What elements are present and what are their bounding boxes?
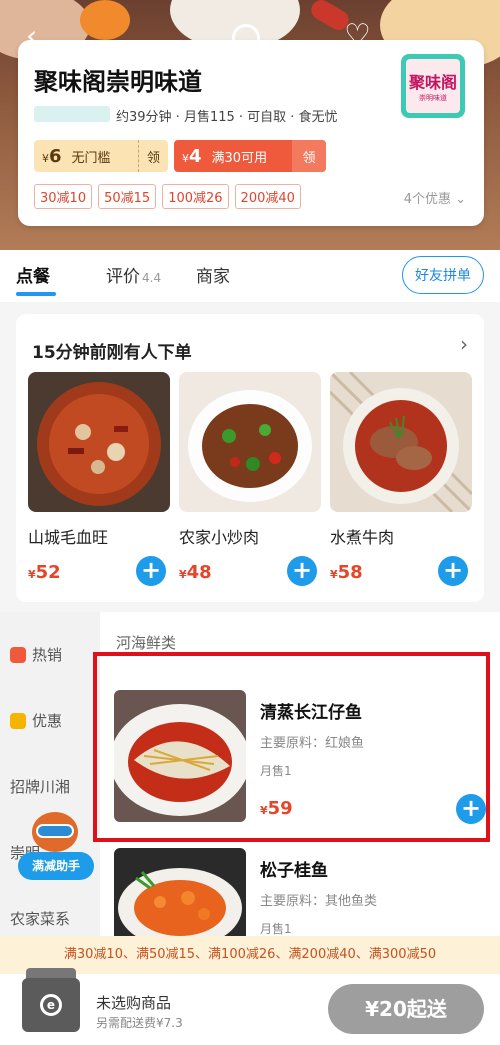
active-tab-indicator [16,292,56,296]
dish-image [114,848,246,948]
recent-dish[interactable]: 山城毛血旺 ¥52 + [28,372,170,586]
recent-dish[interactable]: 水煮牛肉 ¥58 + [330,372,472,586]
claim-coupon-button[interactable]: 领 [292,140,326,172]
shop-logo[interactable]: 聚味阁 崇明味道 [401,54,465,118]
tab-order[interactable]: 点餐 [16,262,50,287]
menu-item-ingredients: 主要原料：其他鱼类 [260,894,378,909]
add-to-cart-button[interactable]: + [438,556,468,586]
category-title: 河海鲜类 [116,634,177,652]
blurred-distance [34,106,110,122]
shop-logo-text: 聚味阁 [408,73,457,92]
shop-info-card: 聚味阁崇明味道 聚味阁 崇明味道 约39分钟 · 月售115 · 可自取 · 食… [18,40,484,226]
recent-orders-section: 15分钟前刚有人下单 › 山城毛血旺 ¥52 + 农家小炒肉 ¥48 + 水煮牛… [0,302,500,612]
banner-food-image [80,0,130,40]
promo-tag: 50减15 [98,184,157,209]
recent-orders-title: 15分钟前刚有人下单 [32,343,192,363]
cart-status: 未选购商品 [96,994,172,1012]
menu-item-title: 松子桂鱼 [260,861,328,881]
dish-image [179,372,321,512]
add-to-cart-button[interactable]: + [287,556,317,586]
chevron-right-icon[interactable]: › [460,332,468,356]
dish-name: 农家小炒肉 [179,528,260,547]
more-promotions-toggle[interactable]: 4个优惠 ⌄ [404,188,466,207]
sidebar-item-discount[interactable]: 优惠 [10,710,62,731]
dish-image [330,372,472,512]
recent-orders-card: 15分钟前刚有人下单 › 山城毛血旺 ¥52 + 农家小炒肉 ¥48 + 水煮牛… [16,314,484,602]
group-order-button[interactable]: 好友拼单 [402,256,484,294]
shop-meta: 约39分钟 · 月售115 · 可自取 · 食无忧 [116,110,338,125]
fire-icon [10,646,26,663]
sidebar-item-hot[interactable]: 热销 [10,644,62,665]
shop-logo-subtext: 崇明味道 [419,94,447,102]
dish-name: 水煮牛肉 [330,528,395,547]
goggles-icon [36,824,74,838]
cart-icon[interactable]: e [22,966,80,1032]
dish-name: 山城毛血旺 [28,528,109,547]
promo-tag: 100减26 [162,184,229,209]
category-sidebar: 热销 优惠 招牌川湘 崇明 农家菜系 [0,612,100,942]
highlight-box [93,652,490,842]
promo-tag: 30减10 [34,184,93,209]
discount-helper-button[interactable]: 满减助手 [18,812,98,882]
recent-dish[interactable]: 农家小炒肉 ¥48 + [179,372,321,586]
menu-item-sales: 月售1 [260,922,292,936]
dish-image [28,372,170,512]
delivery-fee: 另需配送费¥7.3 [96,1016,183,1030]
cart-bar: e 未选购商品 另需配送费¥7.3 ¥20起送 [0,968,500,1045]
shop-name: 聚味阁崇明味道 [34,68,202,96]
sidebar-item-signature[interactable]: 招牌川湘 [10,776,70,797]
sidebar-item-farmhouse[interactable]: 农家菜系 [10,908,70,929]
coupon-desc: 满30可用 [211,150,268,166]
discount-icon [10,712,26,729]
coupon-min-spend[interactable]: ¥4 满30可用 领 [174,140,326,172]
brand-logo-icon: e [40,994,62,1016]
add-to-cart-button[interactable]: + [136,556,166,586]
rating-score: 4.4 [142,271,162,285]
discount-helper-label: 满减助手 [18,852,94,880]
coupon-no-threshold[interactable]: ¥6 无门槛 领 [34,140,168,172]
checkout-button[interactable]: ¥20起送 [328,984,484,1034]
promo-tags: 30减10 50减15 100减26 200减40 [34,184,301,209]
claim-coupon-button[interactable]: 领 [138,140,168,172]
tab-reviews[interactable]: 评价 4.4 [106,262,161,287]
tab-bar: 点餐 评价 4.4 商家 好友拼单 [0,250,500,302]
coupon-desc: 无门槛 [71,150,111,166]
tab-merchant[interactable]: 商家 [196,262,230,287]
promo-tag: 200减40 [234,184,301,209]
